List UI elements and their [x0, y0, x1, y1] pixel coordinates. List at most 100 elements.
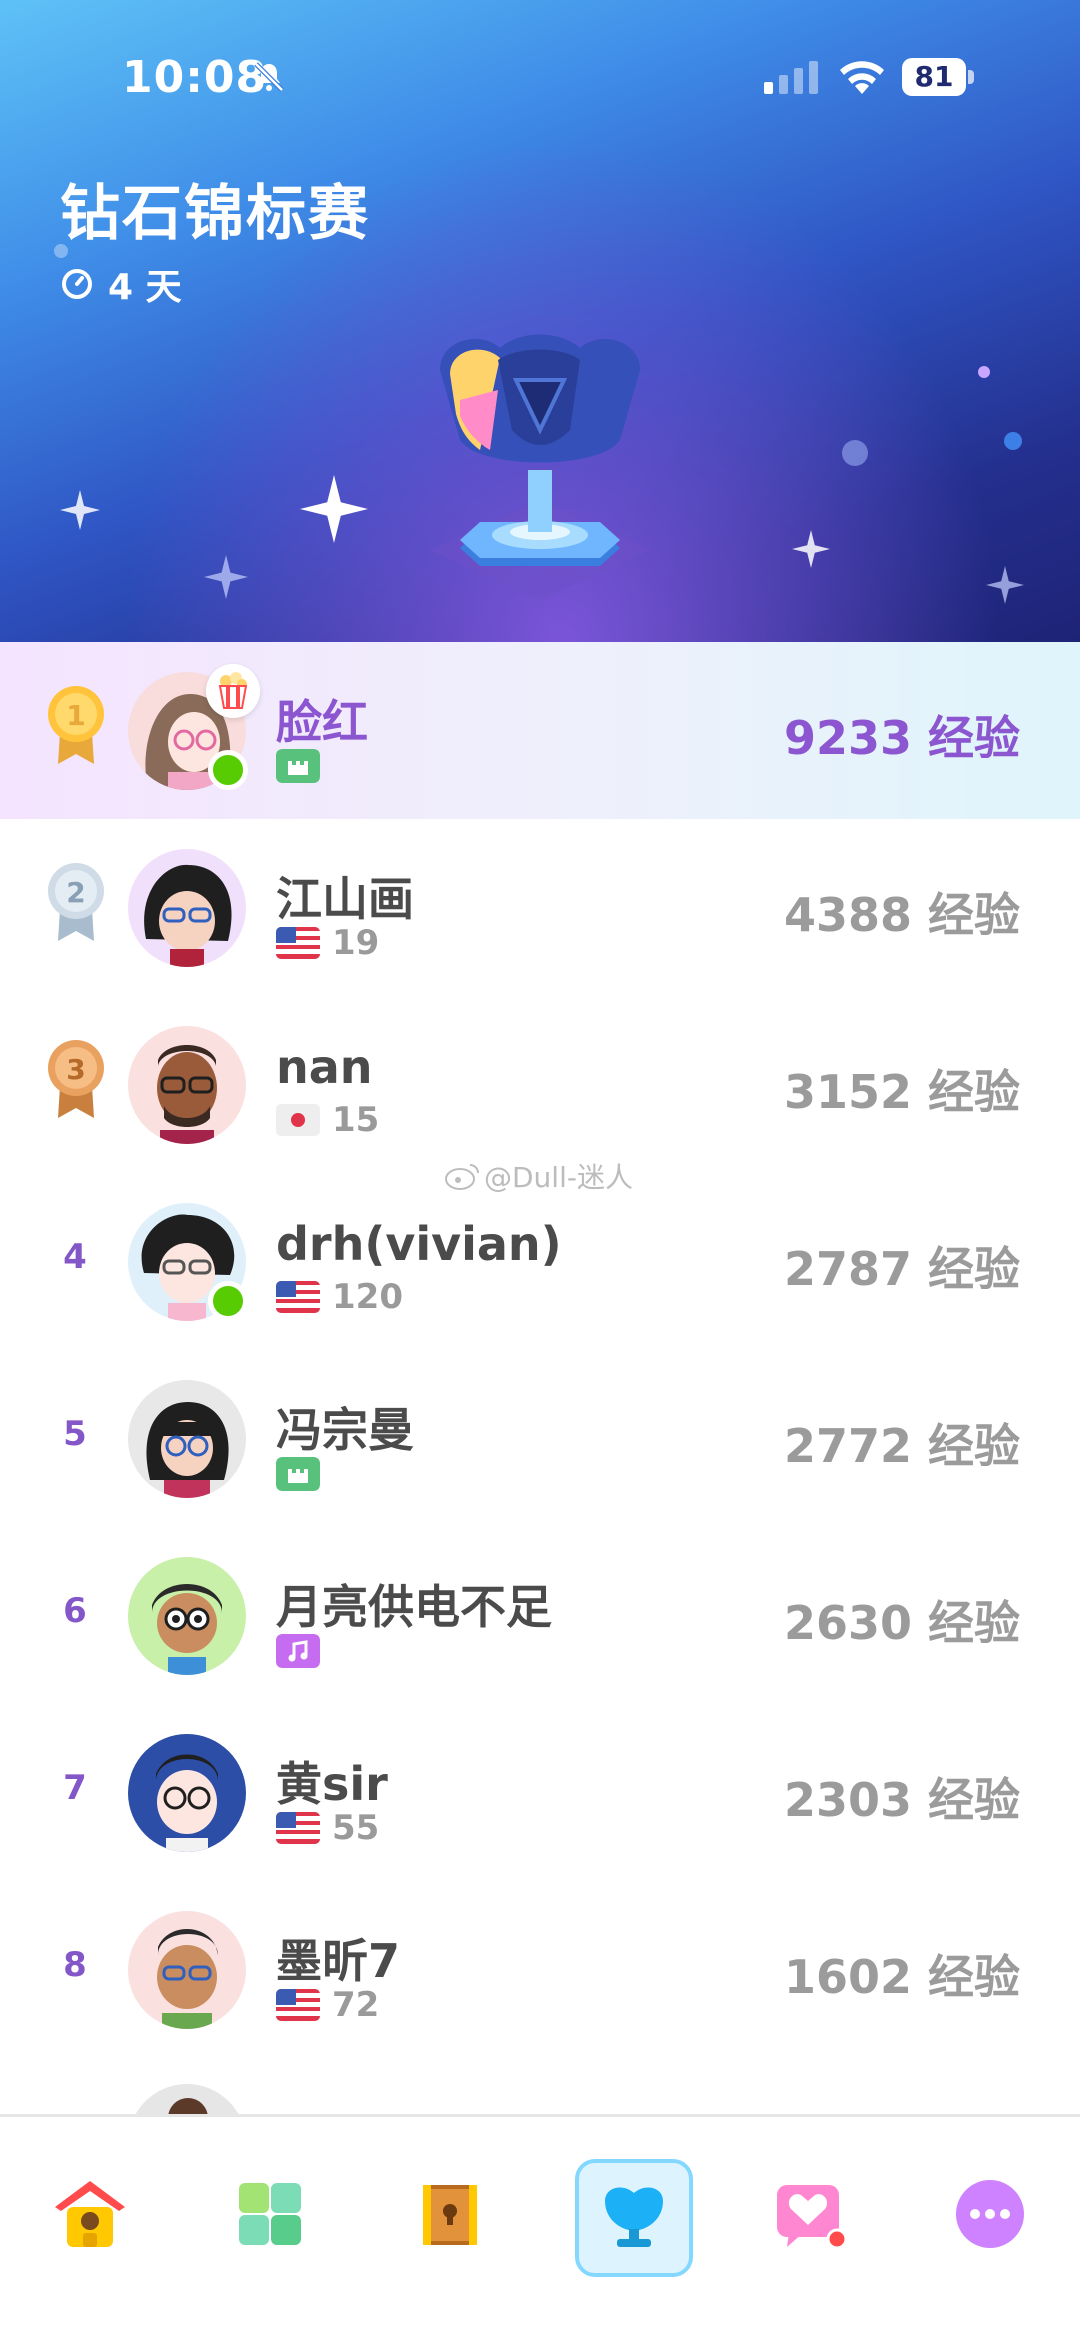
sparkle-icon	[60, 490, 100, 530]
league-timer-text: 4 天	[108, 267, 182, 308]
leaderboard-icon	[605, 2187, 663, 2247]
user-subinfo: 15	[276, 1100, 380, 1140]
league-title: 钻石锦标赛	[60, 179, 370, 249]
user-xp: 2772 经验	[783, 1419, 1020, 1473]
leaderboard-row[interactable]: 8 墨昕7 72 1602 经验	[0, 1881, 1080, 2058]
rank-number: 6	[63, 1591, 87, 1631]
us-flag-icon	[276, 927, 320, 959]
rank-number: 8	[63, 1945, 87, 1985]
user-xp: 2630 经验	[783, 1596, 1020, 1650]
league-timer: 4 天	[60, 262, 182, 308]
us-flag-icon	[276, 1281, 320, 1313]
avatar[interactable]	[128, 1203, 248, 1321]
us-flag-icon	[276, 1812, 320, 1844]
user-name: 冯宗曼	[276, 1403, 414, 1457]
watermark-text: @Dull-迷人	[484, 1161, 633, 1194]
streak-count: 72	[332, 1985, 380, 2025]
sparkle-icon	[792, 530, 830, 568]
status-time: 10:08	[122, 52, 268, 103]
leaderboard-row[interactable]: 2 江山画 19 4388 经验	[0, 819, 1080, 996]
weibo-icon	[445, 1164, 479, 1190]
nav-friends[interactable]	[755, 2159, 865, 2269]
medal-rank: 1	[66, 699, 85, 732]
user-subinfo	[276, 748, 320, 784]
rank-number: 7	[63, 1768, 87, 1808]
diamond-trophy-icon	[430, 334, 650, 600]
nav-chest[interactable]	[395, 2159, 505, 2269]
user-subinfo: 55	[276, 1808, 380, 1848]
sparkle-icon	[204, 555, 248, 599]
streak-count: 55	[332, 1808, 380, 1848]
user-name: 江山画	[276, 872, 414, 926]
rank-number: 4	[63, 1237, 87, 1277]
user-name: 黄sir	[276, 1757, 388, 1811]
popcorn-icon	[206, 664, 260, 718]
online-indicator	[208, 1281, 248, 1321]
avatar[interactable]	[128, 664, 260, 790]
leaderboard-row[interactable]: 4 drh(vivian) 120 2787 经验	[0, 1173, 1080, 1350]
watermark: @Dull-迷人	[444, 1156, 633, 1196]
bottom-nav	[0, 2114, 1080, 2350]
medal-rank: 3	[66, 1053, 85, 1086]
rank-number: 5	[63, 1414, 87, 1454]
leaderboard-row-partial[interactable]	[0, 2080, 1080, 2116]
streak-count: 15	[332, 1100, 380, 1140]
streak-count: 120	[332, 1277, 403, 1317]
user-xp: 4388 经验	[783, 888, 1020, 942]
wifi-icon	[840, 61, 884, 94]
user-subinfo: 19	[276, 923, 380, 963]
nav-more[interactable]	[935, 2159, 1045, 2269]
chest-icon	[423, 2185, 477, 2245]
user-name: 脸红	[276, 695, 368, 749]
avatar[interactable]	[128, 1911, 246, 2029]
friends-icon	[777, 2185, 848, 2250]
user-subinfo	[276, 1456, 320, 1492]
clock-icon	[62, 269, 92, 299]
practice-icon	[239, 2183, 301, 2245]
user-subinfo	[276, 1633, 320, 1669]
jp-flag-icon	[276, 1104, 320, 1136]
avatar[interactable]	[128, 1026, 246, 1144]
leaderboard-row[interactable]: 6 月亮供电不足 2630 经验	[0, 1527, 1080, 1704]
leaderboard-row[interactable]: 5 冯宗曼 2772 经验	[0, 1350, 1080, 1527]
sparkle-icon	[300, 475, 368, 543]
user-name: 墨昕7	[276, 1934, 401, 1988]
user-name: nan	[276, 1040, 373, 1094]
avatar[interactable]	[128, 849, 246, 967]
leaderboard-row[interactable]: 7 黄sir 55 2303 经验	[0, 1704, 1080, 1881]
user-xp: 9233 经验	[783, 711, 1020, 765]
online-indicator	[208, 750, 248, 790]
nav-leaderboard[interactable]	[575, 2159, 693, 2277]
castle-tag-icon	[276, 749, 320, 783]
more-icon	[956, 2180, 1024, 2248]
league-header: 10:08 81 钻石锦标赛 4 天	[0, 0, 1080, 642]
avatar[interactable]	[128, 1734, 246, 1852]
home-icon	[55, 2181, 125, 2247]
nav-practice[interactable]	[215, 2159, 325, 2269]
user-xp: 2303 经验	[783, 1773, 1020, 1827]
battery-indicator: 81	[902, 58, 974, 96]
avatar[interactable]	[128, 1557, 246, 1675]
user-xp: 2787 经验	[783, 1242, 1020, 1296]
medal-rank: 2	[66, 876, 85, 909]
castle-tag-icon	[276, 1457, 320, 1491]
music-tag-icon	[276, 1634, 320, 1668]
status-bar: 10:08 81	[0, 0, 1080, 160]
avatar[interactable]	[128, 1380, 246, 1498]
user-xp: 3152 经验	[783, 1065, 1020, 1119]
user-subinfo: 120	[276, 1277, 403, 1317]
user-name: 月亮供电不足	[276, 1580, 552, 1634]
signal-icon	[764, 61, 818, 94]
leaderboard-row[interactable]: 3 nan 15 3152 经验	[0, 996, 1080, 1173]
bell-muted-icon	[254, 62, 284, 92]
user-xp: 1602 经验	[783, 1950, 1020, 2004]
us-flag-icon	[276, 1989, 320, 2021]
leaderboard-row-current-user[interactable]: 1 脸红 9233 经验	[0, 642, 1080, 819]
nav-home[interactable]	[35, 2159, 145, 2269]
gold-medal-icon: 1	[48, 686, 104, 764]
silver-medal-icon: 2	[48, 863, 104, 941]
sparkle-icon	[986, 566, 1024, 604]
battery-level: 81	[902, 58, 966, 96]
streak-count: 19	[332, 923, 380, 963]
bronze-medal-icon: 3	[48, 1040, 104, 1118]
